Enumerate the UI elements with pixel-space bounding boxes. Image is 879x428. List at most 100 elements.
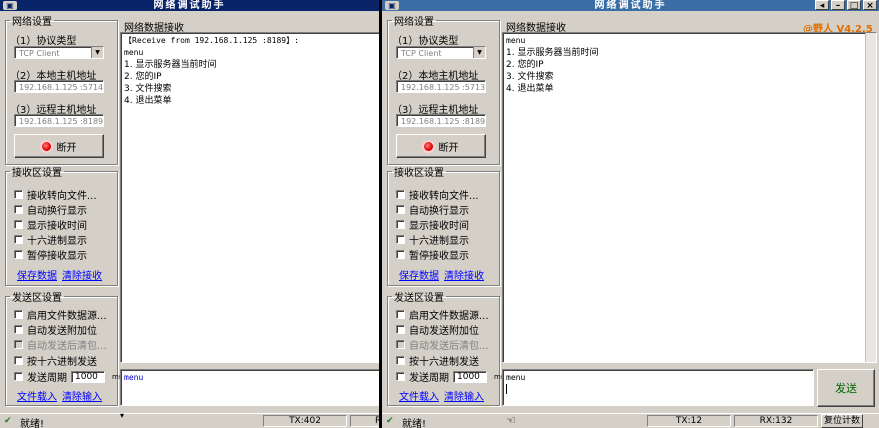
- checkbox-box[interactable]: [14, 205, 23, 214]
- checkbox-box[interactable]: [396, 325, 405, 334]
- window-controls: ◂ – □ ×: [815, 0, 877, 11]
- title-bar[interactable]: ▣ 网络调试助手: [0, 0, 379, 11]
- recv-to-file-checkbox[interactable]: 接收转向文件...: [396, 187, 479, 202]
- clear-receive-link[interactable]: 清除接收: [62, 267, 102, 282]
- clear-after-send-checkbox: 自动发送后清包...: [396, 337, 489, 352]
- checkbox-label: 自动换行显示: [409, 206, 469, 217]
- checkbox-box[interactable]: [14, 220, 23, 229]
- local-host-field[interactable]: 192.168.1.125 :57136: [396, 80, 486, 93]
- send-textarea[interactable]: menu: [120, 369, 379, 406]
- hex-display-checkbox[interactable]: 十六进制显示: [14, 232, 87, 247]
- recv-to-file-checkbox[interactable]: 接收转向文件...: [14, 187, 97, 202]
- checkbox-box[interactable]: [396, 356, 405, 365]
- disconnect-button[interactable]: 断开: [14, 134, 104, 158]
- status-bar: ✔ 就绪! ▾ TX:402 R: [0, 411, 379, 428]
- checkbox-label: 自动发送附加位: [27, 326, 97, 337]
- restore-icon[interactable]: ◂: [815, 0, 829, 11]
- checkbox-box[interactable]: [14, 356, 23, 365]
- checkbox-box[interactable]: [396, 190, 405, 199]
- receive-header: 【Receive from 192.168.1.125 :8189】:: [124, 36, 299, 45]
- disconnect-button[interactable]: 断开: [396, 134, 486, 158]
- checkbox-box[interactable]: [396, 235, 405, 244]
- receive-line: 2. 您的IP: [506, 60, 544, 70]
- send-period-checkbox[interactable]: 发送周期 1000 ms: [14, 369, 122, 384]
- checkbox-box[interactable]: [14, 235, 23, 244]
- ready-icon: ✔: [4, 416, 12, 426]
- clear-input-link[interactable]: 清除输入: [444, 388, 484, 403]
- clear-input-link[interactable]: 清除输入: [62, 388, 102, 403]
- auto-wrap-checkbox[interactable]: 自动换行显示: [14, 202, 87, 217]
- auto-wrap-checkbox[interactable]: 自动换行显示: [396, 202, 469, 217]
- protocol-select[interactable]: TCP Client ▼: [396, 46, 486, 59]
- maximize-icon[interactable]: □: [847, 0, 861, 11]
- file-source-checkbox[interactable]: 启用文件数据源...: [396, 307, 489, 322]
- right-window: ▣ 网络调试助手 ◂ – □ × 网络设置 （1）协议类型 TCP Client…: [382, 0, 879, 428]
- receive-line: 3. 文件搜索: [506, 72, 554, 82]
- receive-textarea[interactable]: 【Receive from 192.168.1.125 :8189】: menu…: [120, 32, 379, 363]
- load-file-link[interactable]: 文件载入: [399, 388, 439, 403]
- pause-display-checkbox[interactable]: 暂停接收显示: [396, 247, 469, 262]
- show-recv-time-checkbox[interactable]: 显示接收时间: [14, 217, 87, 232]
- vertical-scrollbar[interactable]: [865, 33, 876, 362]
- rx-counter: R: [350, 415, 379, 427]
- checkbox-label: 显示接收时间: [409, 221, 469, 232]
- clear-receive-link[interactable]: 清除接收: [444, 267, 484, 282]
- send-period-input[interactable]: 1000: [453, 370, 487, 383]
- checkbox-box[interactable]: [396, 372, 405, 381]
- status-led-icon: [41, 141, 51, 151]
- checkbox-box[interactable]: [14, 372, 23, 381]
- send-button[interactable]: 发送: [817, 369, 875, 407]
- send-hex-checkbox[interactable]: 按十六进制发送: [396, 353, 479, 368]
- append-bit-checkbox[interactable]: 自动发送附加位: [396, 322, 479, 337]
- protocol-select[interactable]: TCP Client ▼: [14, 46, 104, 59]
- hex-display-checkbox[interactable]: 十六进制显示: [396, 232, 469, 247]
- checkbox-label: 发送周期: [27, 373, 67, 384]
- clear-after-send-checkbox: 自动发送后清包...: [14, 337, 107, 352]
- left-window: ▣ 网络调试助手 网络设置 （1）协议类型 TCP Client ▼ （2）本地…: [0, 0, 379, 428]
- send-textarea[interactable]: menu: [502, 369, 814, 406]
- send-text: menu: [506, 373, 526, 382]
- checkbox-label: 暂停接收显示: [409, 251, 469, 262]
- checkbox-box[interactable]: [14, 250, 23, 259]
- title-bar[interactable]: ▣ 网络调试助手 ◂ – □ ×: [382, 0, 879, 11]
- checkbox-box[interactable]: [396, 205, 405, 214]
- close-icon[interactable]: ×: [863, 0, 877, 11]
- checkbox-label: 启用文件数据源...: [409, 311, 489, 322]
- ready-icon: ✔: [386, 416, 394, 426]
- receive-line: 2. 您的IP: [124, 72, 162, 82]
- local-host-field[interactable]: 192.168.1.125 :57140: [14, 80, 104, 93]
- checkbox-box[interactable]: [396, 310, 405, 319]
- window-title: 网络调试助手: [153, 0, 226, 11]
- file-source-checkbox[interactable]: 启用文件数据源...: [14, 307, 107, 322]
- status-bar: ✔ 就绪! ☜ TX:12 RX:132 复位计数: [382, 413, 879, 428]
- pause-display-checkbox[interactable]: 暂停接收显示: [14, 247, 87, 262]
- chevron-down-icon[interactable]: ▼: [473, 47, 485, 58]
- remote-host-field[interactable]: 192.168.1.125 :8189: [14, 114, 104, 127]
- status-ready: 就绪!: [402, 419, 427, 428]
- checkbox-label: 自动发送后清包...: [27, 341, 107, 352]
- reset-count-button[interactable]: 复位计数: [821, 414, 863, 428]
- load-file-link[interactable]: 文件载入: [17, 388, 57, 403]
- checkbox-box[interactable]: [396, 220, 405, 229]
- chevron-down-icon[interactable]: ▼: [91, 47, 103, 58]
- send-hex-checkbox[interactable]: 按十六进制发送: [14, 353, 97, 368]
- save-data-link[interactable]: 保存数据: [17, 267, 57, 282]
- send-period-input[interactable]: 1000: [71, 370, 105, 383]
- checkbox-label: 显示接收时间: [27, 221, 87, 232]
- receive-line: 4. 退出菜单: [124, 96, 172, 106]
- save-data-link[interactable]: 保存数据: [399, 267, 439, 282]
- append-bit-checkbox[interactable]: 自动发送附加位: [14, 322, 97, 337]
- remote-host-field[interactable]: 192.168.1.125 :8189: [396, 114, 486, 127]
- send-period-checkbox[interactable]: 发送周期 1000 ms: [396, 369, 504, 384]
- checkbox-box[interactable]: [396, 250, 405, 259]
- checkbox-label: 接收转向文件...: [27, 191, 97, 202]
- minimize-icon[interactable]: –: [831, 0, 845, 11]
- receive-line: 4. 退出菜单: [506, 84, 554, 94]
- text-caret: [506, 384, 507, 394]
- group-legend: 接收区设置: [12, 168, 62, 179]
- checkbox-box[interactable]: [14, 310, 23, 319]
- show-recv-time-checkbox[interactable]: 显示接收时间: [396, 217, 469, 232]
- checkbox-box[interactable]: [14, 190, 23, 199]
- receive-textarea[interactable]: menu 1. 显示服务器当前时间 2. 您的IP 3. 文件搜索 4. 退出菜…: [502, 32, 877, 363]
- checkbox-box[interactable]: [14, 325, 23, 334]
